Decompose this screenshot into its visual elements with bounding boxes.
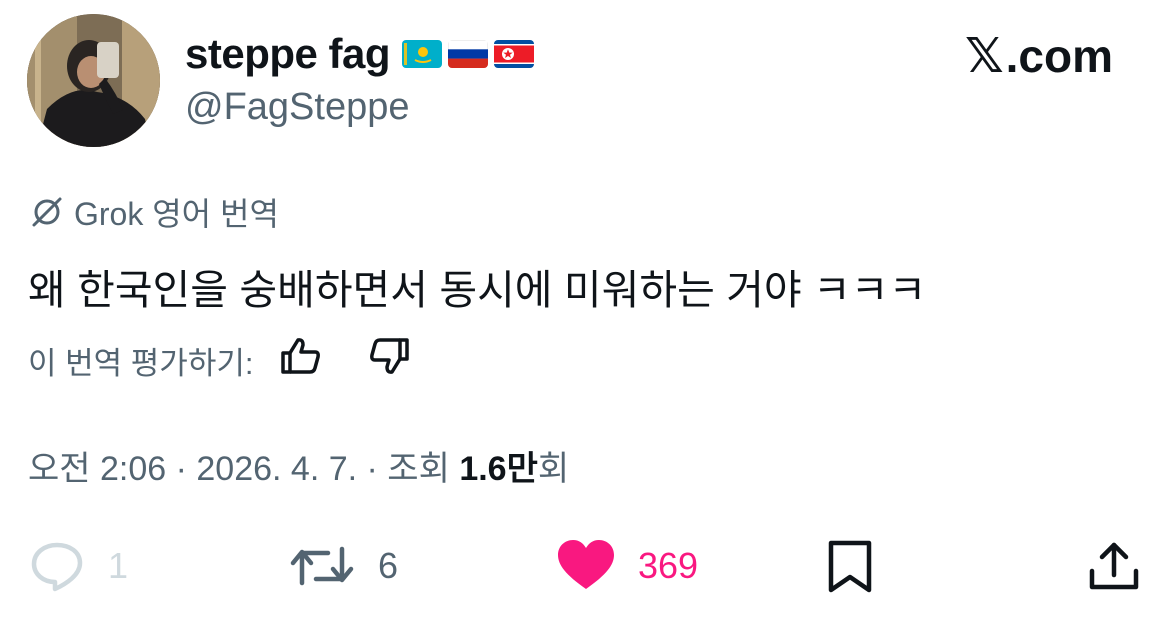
retweet-button[interactable]: 6 (288, 539, 398, 593)
rate-translation-row: 이 번역 평가하기: (28, 336, 411, 384)
views-suffix: 회 (537, 450, 570, 488)
author-name-row: steppe fag (185, 30, 535, 78)
author-display-name[interactable]: steppe fag (185, 30, 391, 78)
translation-label-text: Grok 영어 번역 (74, 196, 279, 232)
rate-translation-label: 이 번역 평가하기: (28, 345, 254, 381)
thumbs-down-button[interactable] (367, 336, 411, 384)
views-count: 1.6만 (459, 450, 538, 488)
x-logo-text: .com (1005, 30, 1113, 82)
avatar[interactable] (27, 14, 160, 147)
like-count: 369 (638, 545, 699, 586)
kazakhstan-flag-icon (402, 40, 443, 68)
reply-count: 1 (108, 545, 129, 586)
x-logo-icon: 𝕏 (964, 28, 1004, 84)
grok-translation-label: Grok 영어 번역 (30, 189, 279, 235)
thumbs-up-icon (281, 338, 321, 374)
thumbs-up-button[interactable] (279, 336, 323, 384)
author-handle[interactable]: @FagSteppe (185, 86, 410, 129)
reply-icon (31, 542, 83, 592)
russia-flag-icon (448, 40, 489, 68)
avatar-image (27, 14, 160, 147)
bookmark-button[interactable] (826, 539, 874, 595)
retweet-count: 6 (378, 545, 399, 586)
share-icon (1089, 542, 1139, 590)
grok-icon (32, 197, 62, 227)
thumbs-down-icon (370, 338, 410, 374)
tweet-text: 왜 한국인을 숭배하면서 동시에 미워하는 거야 ㅋㅋㅋ (28, 267, 927, 313)
share-button[interactable] (1086, 539, 1142, 595)
north-korea-flag-icon (494, 40, 535, 68)
x-logo[interactable]: 𝕏 .com (965, 28, 1113, 84)
heart-icon (558, 540, 614, 589)
timestamp[interactable]: 오전 2:06 · 2026. 4. 7. · 조회 (28, 450, 459, 488)
tweet-meta: 오전 2:06 · 2026. 4. 7. · 조회 1.6만회 (28, 441, 569, 490)
like-button[interactable]: 369 (556, 539, 698, 593)
flag-emoji-group (402, 40, 535, 68)
retweet-icon (290, 546, 354, 586)
bookmark-icon (828, 540, 872, 593)
reply-button[interactable]: 1 (28, 539, 128, 593)
